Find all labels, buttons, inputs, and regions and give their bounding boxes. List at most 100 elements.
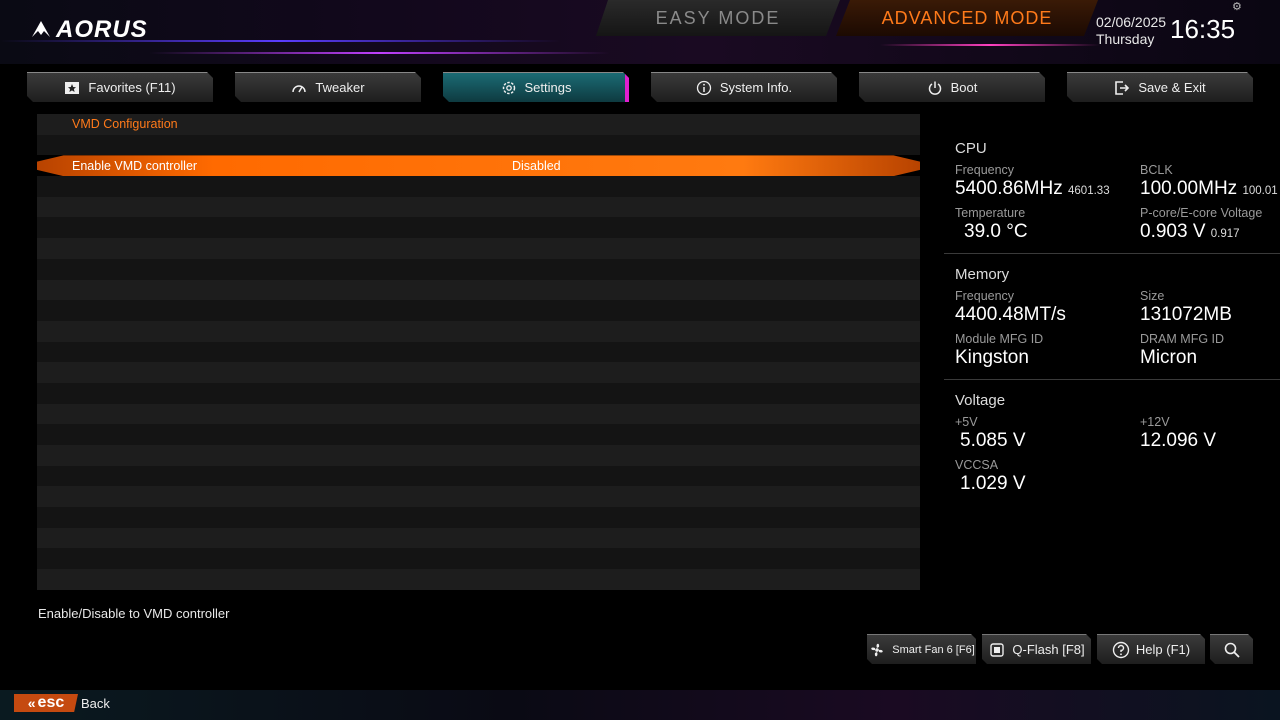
mem-frequency-label: Frequency <box>955 289 1015 303</box>
voltage-grid: +5V 5.085 V +12V 12.096 V VCCSA 1.029 V <box>955 409 1280 495</box>
back-label[interactable]: Back <box>81 696 110 711</box>
voltage-title: Voltage <box>955 392 1006 409</box>
tab-label: System Info. <box>719 80 793 95</box>
hardware-monitor-panel: CPU Frequency 5400.86MHz 4601.33 BCLK 10… <box>944 140 1280 495</box>
tab-label: Favorites (F11) <box>88 80 176 95</box>
aorus-logo: AORUS <box>30 16 148 44</box>
cpu-frequency-label: Frequency <box>955 163 1015 177</box>
cpu-title: CPU <box>955 140 987 157</box>
search-icon <box>1223 641 1241 659</box>
tab-favorites[interactable]: Favorites (F11) <box>27 72 213 102</box>
list-row-empty <box>37 507 920 528</box>
v5-value: 5.085 V <box>960 430 1026 451</box>
double-chevron-left-icon: « <box>27 695 36 711</box>
help-label: Help (F1) <box>1135 642 1191 657</box>
list-row-empty <box>37 341 920 363</box>
tab-settings[interactable]: Settings <box>443 72 629 102</box>
chip-icon <box>988 641 1006 659</box>
help-description: Enable/Disable to VMD controller <box>38 606 230 621</box>
help-icon <box>1112 641 1130 659</box>
settings-list: VMD Configuration Enable VMD controller … <box>37 114 920 590</box>
list-row-empty <box>37 445 920 466</box>
esc-label: esc <box>37 694 65 711</box>
date-text: 02/06/2025 <box>1096 14 1167 30</box>
cpu-grid: Frequency 5400.86MHz 4601.33 BCLK 100.00… <box>955 157 1280 243</box>
panel-divider <box>944 253 1280 254</box>
day-text: Thursday <box>1096 31 1155 47</box>
heading-label: VMD Configuration <box>72 117 178 132</box>
footer-bar <box>0 690 1280 720</box>
bclk-value: 100.00MHz 100.01 <box>1140 178 1278 199</box>
power-icon <box>927 80 943 96</box>
gear-icon <box>501 80 517 96</box>
qflash-label: Q-Flash [F8] <box>1012 642 1085 657</box>
tab-label: Settings <box>524 80 572 95</box>
memory-title: Memory <box>955 266 1010 283</box>
module-mfg-value: Kingston <box>955 347 1029 368</box>
list-row-empty <box>37 362 920 383</box>
panel-divider <box>944 379 1280 380</box>
list-row-empty <box>37 465 920 487</box>
vmd-controller-value[interactable]: Disabled <box>512 159 561 173</box>
smart-fan-button[interactable]: Smart Fan 6 [F6] <box>867 634 976 664</box>
logo-text: AORUS <box>56 16 148 43</box>
list-row-empty <box>37 548 920 570</box>
list-row-empty <box>37 569 920 590</box>
eagle-icon <box>30 19 52 41</box>
fan-icon <box>868 641 886 659</box>
search-button[interactable] <box>1210 634 1253 664</box>
tab-boot[interactable]: Boot <box>859 72 1045 102</box>
tab-save-exit[interactable]: Save & Exit <box>1067 72 1253 102</box>
list-row-empty <box>37 300 920 321</box>
list-spacer <box>37 134 920 156</box>
vccsa-label: VCCSA <box>955 458 999 472</box>
list-row-empty <box>37 486 920 508</box>
cpu-voltage-label: P-core/E-core Voltage <box>1140 206 1263 220</box>
help-button[interactable]: Help (F1) <box>1097 634 1205 664</box>
cpu-frequency-value: 5400.86MHz 4601.33 <box>955 178 1110 199</box>
exit-icon <box>1114 80 1130 96</box>
list-row-empty <box>37 320 920 342</box>
vmd-controller-row[interactable]: Enable VMD controller Disabled <box>37 155 920 177</box>
cpu-voltage-value: 0.903 V 0.917 <box>1140 221 1240 242</box>
smart-fan-label: Smart Fan 6 [F6] <box>892 643 975 656</box>
info-icon <box>696 80 712 96</box>
list-row-empty <box>37 279 920 301</box>
cpu-temp-label: Temperature <box>955 206 1026 220</box>
tab-label: Tweaker <box>315 80 365 95</box>
star-icon <box>64 80 80 96</box>
v5-label: +5V <box>955 415 978 429</box>
memory-grid: Frequency 4400.48MT/s Size 131072MB Modu… <box>955 283 1280 369</box>
mem-frequency-value: 4400.48MT/s <box>955 304 1066 325</box>
list-row-empty <box>37 238 920 259</box>
advanced-mode-button[interactable]: ADVANCED MODE <box>836 0 1098 36</box>
clock: 16:35 <box>1170 14 1236 44</box>
tab-label: Save & Exit <box>1138 80 1206 95</box>
list-heading: VMD Configuration <box>37 114 920 135</box>
list-row-empty <box>37 527 920 549</box>
dram-mfg-label: DRAM MFG ID <box>1140 332 1225 346</box>
module-mfg-label: Module MFG ID <box>955 332 1044 346</box>
date-display: 02/06/2025 Thursday <box>1096 14 1166 48</box>
tab-system-info[interactable]: System Info. <box>651 72 837 102</box>
bclk-label: BCLK <box>1140 163 1173 177</box>
v12-value: 12.096 V <box>1140 430 1217 451</box>
esc-button[interactable]: « esc <box>14 694 78 712</box>
qflash-button[interactable]: Q-Flash [F8] <box>982 634 1091 664</box>
mem-size-value: 131072MB <box>1140 304 1232 325</box>
settings-gear-icon[interactable]: ⚙ <box>1232 0 1244 13</box>
list-row-empty <box>37 424 920 445</box>
list-row-empty <box>37 217 920 239</box>
list-row-empty <box>37 176 920 197</box>
easy-mode-button[interactable]: EASY MODE <box>596 0 840 36</box>
vmd-controller-label: Enable VMD controller <box>72 158 198 173</box>
list-row-empty <box>37 258 920 280</box>
gauge-icon <box>291 80 307 96</box>
list-row-empty <box>37 196 920 218</box>
vccsa-value: 1.029 V <box>960 473 1026 494</box>
list-row-empty <box>37 382 920 404</box>
v12-label: +12V <box>1140 415 1170 429</box>
dram-mfg-value: Micron <box>1140 347 1198 368</box>
tab-label: Boot <box>950 80 978 95</box>
tab-tweaker[interactable]: Tweaker <box>235 72 421 102</box>
